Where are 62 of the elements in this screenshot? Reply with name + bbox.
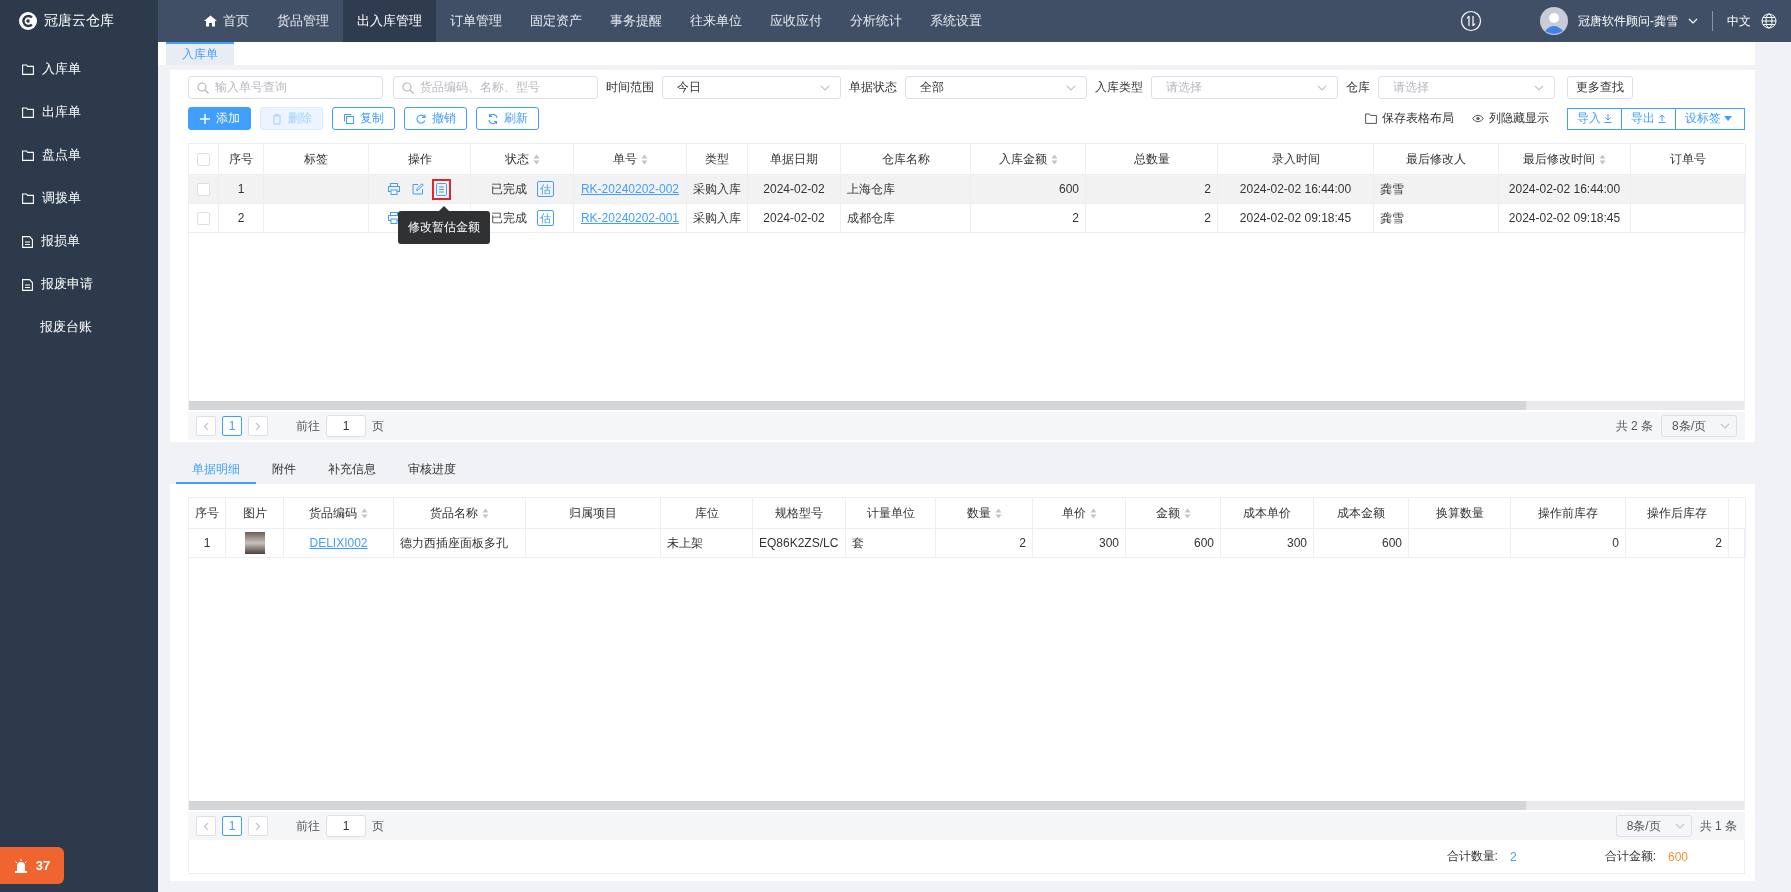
column-header: 归属项目 (526, 498, 661, 529)
total-label: 合计数量: (1446, 848, 1498, 865)
table-cell: 2024-02-02 09:18:45 (1499, 204, 1631, 233)
column-header: 成本金额 (1314, 498, 1409, 529)
column-header: 图片 (226, 498, 284, 529)
filter-label: 入库类型 (1095, 79, 1143, 96)
total-value: 600 (1667, 849, 1688, 864)
badge-count: 37 (35, 858, 51, 873)
table-cell: 2 (971, 204, 1086, 233)
column-header: 操作前库存 (1511, 498, 1626, 529)
column-header: 换算数量 (1409, 498, 1511, 529)
column-header: 操作 (369, 144, 471, 175)
table-cell: 2 (1626, 529, 1729, 558)
column-header: 仓库名称 (841, 144, 971, 175)
table-cell: 2 (1086, 204, 1218, 233)
table-cell: 成都仓库 (841, 204, 971, 233)
table-cell: 300 (1221, 529, 1314, 558)
filter-label: 仓库 (1346, 79, 1370, 96)
column-header: 序号 (189, 498, 226, 529)
page-unit: 页 (372, 817, 384, 835)
estimate-badge: 估 (536, 210, 554, 226)
app-name: 冠唐云仓库 (44, 12, 114, 30)
goto-label: 前往 (296, 817, 320, 835)
filter-label: 单据状态 (849, 79, 897, 96)
table-cell: 1 (189, 529, 226, 558)
status-text: 已完成 (490, 180, 527, 198)
table-cell: 2024-02-02 (748, 204, 841, 233)
column-header: 类型 (687, 144, 748, 175)
column-header: 订单号 (1631, 144, 1746, 175)
total-count: 共 2 条 (1615, 417, 1653, 435)
table-cell: 600 (1314, 529, 1409, 558)
filter-label: 时间范围 (606, 79, 654, 96)
column-header: 总数量 (1086, 144, 1218, 175)
column-header: 库位 (661, 498, 753, 529)
column-header: 操作后库存 (1626, 498, 1729, 529)
table-cell: 套 (846, 529, 936, 558)
page-unit: 页 (372, 417, 384, 435)
goto-label: 前往 (296, 417, 320, 435)
table-cell: 德力西插座面板多孔 (394, 529, 526, 558)
table-cell: EQ86K2ZS/LC (753, 529, 846, 558)
table-cell: 采购入库 (687, 204, 748, 233)
table-cell: 未上架 (661, 529, 753, 558)
table-cell: 2024-02-02 09:18:45 (1218, 204, 1374, 233)
column-header: 计量单位 (846, 498, 936, 529)
column-header: 序号 (219, 144, 264, 175)
column-header: 录入时间 (1218, 144, 1374, 175)
column-header: 规格型号 (753, 498, 846, 529)
column-header: 成本单价 (1221, 498, 1314, 529)
table-cell: 2 (219, 204, 264, 233)
column-header: 标签 (264, 144, 369, 175)
table-cell: 龚雪 (1374, 204, 1499, 233)
table-cell: 300 (1033, 529, 1126, 558)
column-header: 最后修改人 (1374, 144, 1499, 175)
table-cell: 600 (1126, 529, 1221, 558)
total-count: 共 1 条 (1699, 817, 1737, 835)
estimate-badge: 估 (536, 181, 554, 197)
total-label: 合计金额: (1604, 848, 1656, 865)
total-value: 2 (1509, 849, 1517, 864)
status-text: 已完成 (490, 209, 527, 227)
table-cell: 0 (1511, 529, 1626, 558)
column-header: 单据日期 (748, 144, 841, 175)
table-cell: 2 (936, 529, 1033, 558)
